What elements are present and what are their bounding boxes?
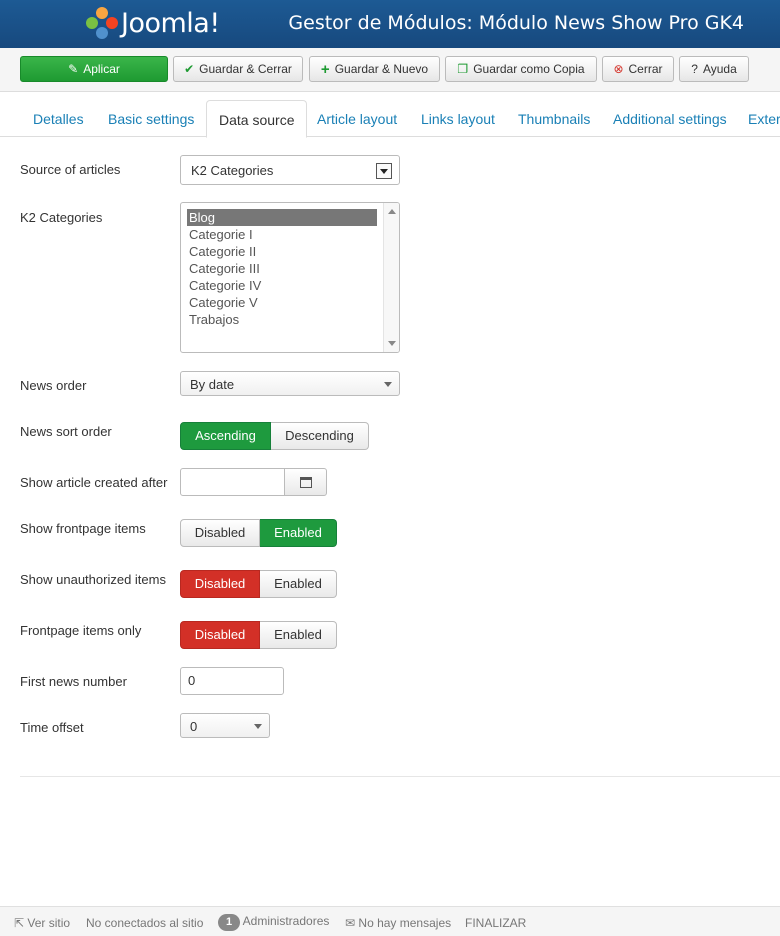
cancel-circle-icon: ⊗: [613, 62, 624, 76]
tab-basic-settings[interactable]: Basic settings: [108, 100, 194, 137]
list-item[interactable]: Blog: [187, 209, 377, 226]
tab-exter[interactable]: Exter: [748, 100, 780, 137]
news-order-label: News order: [20, 378, 87, 393]
question-circle-icon: ?: [691, 62, 698, 76]
save-new-button[interactable]: + Guardar & Nuevo: [309, 56, 440, 82]
view-site-link[interactable]: ⇱ Ver sitio: [14, 916, 70, 930]
sort-order-toggle: Ascending Descending: [180, 422, 369, 450]
tab-links-layout[interactable]: Links layout: [421, 100, 495, 137]
list-item[interactable]: Categorie II: [187, 243, 377, 260]
divider: [20, 776, 780, 777]
messages-status[interactable]: ✉ No hay mensajes: [345, 916, 451, 930]
frontpage-items-toggle: Disabled Enabled: [180, 519, 337, 547]
time-offset-value: 0: [190, 719, 198, 734]
close-button[interactable]: ⊗ Cerrar: [602, 56, 674, 82]
tab-article-layout[interactable]: Article layout: [317, 100, 397, 137]
list-item[interactable]: Categorie V: [187, 294, 377, 311]
ascending-button[interactable]: Ascending: [180, 422, 271, 450]
frontpage-items-label: Show frontpage items: [20, 521, 146, 536]
first-news-label: First news number: [20, 674, 127, 689]
news-order-value: By date: [190, 377, 235, 392]
external-link-icon: ⇱: [14, 916, 25, 930]
check-icon: ✔: [184, 62, 195, 76]
source-select[interactable]: K2 Categories: [180, 155, 400, 185]
time-offset-label: Time offset: [20, 720, 84, 735]
chevron-down-icon: [254, 723, 262, 729]
chevron-down-icon: [384, 381, 392, 387]
k2-categories-listbox[interactable]: Blog Categorie I Categorie II Categorie …: [180, 202, 400, 353]
tab-detalles[interactable]: Detalles: [33, 100, 84, 137]
source-value: K2 Categories: [191, 163, 274, 178]
frontonly-disabled-button[interactable]: Disabled: [180, 621, 260, 649]
save-copy-button[interactable]: ❐ Guardar como Copia: [445, 56, 597, 82]
unauthorized-enabled-button[interactable]: Enabled: [260, 570, 337, 598]
sort-order-label: News sort order: [20, 424, 112, 439]
calendar-icon: [300, 477, 312, 488]
time-offset-select[interactable]: 0: [180, 713, 270, 738]
unauthorized-items-toggle: Disabled Enabled: [180, 570, 337, 598]
plus-icon: +: [320, 60, 330, 78]
scroll-down-icon[interactable]: [388, 341, 396, 346]
list-item[interactable]: Trabajos: [187, 311, 377, 328]
unauthorized-disabled-button[interactable]: Disabled: [180, 570, 260, 598]
frontpage-disabled-button[interactable]: Disabled: [180, 519, 260, 547]
news-order-select[interactable]: By date: [180, 371, 400, 396]
frontpage-only-label: Frontpage items only: [20, 623, 142, 638]
frontonly-enabled-button[interactable]: Enabled: [260, 621, 337, 649]
list-item[interactable]: Categorie III: [187, 260, 377, 277]
tab-thumbnails[interactable]: Thumbnails: [518, 100, 590, 137]
save-close-button[interactable]: ✔ Guardar & Cerrar: [173, 56, 303, 82]
header-bar: Joomla! Gestor de Módulos: Módulo News S…: [0, 0, 780, 48]
list-item[interactable]: Categorie IV: [187, 277, 377, 294]
joomla-logo[interactable]: Joomla!: [86, 6, 220, 40]
logout-link[interactable]: FINALIZAR: [465, 916, 526, 930]
logo-text: Joomla!: [121, 7, 220, 39]
created-after-input[interactable]: [180, 468, 285, 496]
descending-button[interactable]: Descending: [271, 422, 369, 450]
edit-icon: ✎: [68, 62, 79, 76]
frontpage-only-toggle: Disabled Enabled: [180, 621, 337, 649]
dropdown-arrow-icon: [376, 163, 392, 179]
copy-icon: ❐: [457, 62, 469, 76]
listbox-scrollbar[interactable]: [383, 203, 399, 352]
joomla-logo-icon: [86, 7, 118, 39]
visitors-status: No conectados al sitio: [86, 916, 204, 930]
admins-count-badge: 1: [218, 914, 240, 931]
list-item[interactable]: Categorie I: [187, 226, 377, 243]
tab-data-source[interactable]: Data source: [206, 100, 308, 138]
frontpage-enabled-button[interactable]: Enabled: [260, 519, 337, 547]
tab-additional-settings[interactable]: Additional settings: [613, 100, 727, 137]
unauthorized-items-label: Show unauthorized items: [20, 572, 166, 587]
page-title: Gestor de Módulos: Módulo News Show Pro …: [288, 12, 744, 34]
apply-button[interactable]: ✎ Aplicar: [20, 56, 168, 82]
calendar-button[interactable]: [284, 468, 327, 496]
toolbar: ✎ Aplicar ✔ Guardar & Cerrar + Guardar &…: [0, 48, 780, 92]
first-news-input[interactable]: 0: [180, 667, 284, 695]
envelope-icon: ✉: [345, 916, 356, 930]
status-bar: ⇱ Ver sitio No conectados al sitio 1 Adm…: [0, 906, 780, 936]
help-button[interactable]: ? Ayuda: [679, 56, 749, 82]
scroll-up-icon[interactable]: [388, 209, 396, 214]
admins-status[interactable]: 1 Administradores: [218, 914, 329, 931]
source-label: Source of articles: [20, 162, 121, 177]
tab-bar: Detalles Basic settings Data source Arti…: [0, 100, 780, 138]
k2-categories-label: K2 Categories: [20, 210, 103, 225]
created-after-label: Show article created after: [20, 475, 168, 490]
